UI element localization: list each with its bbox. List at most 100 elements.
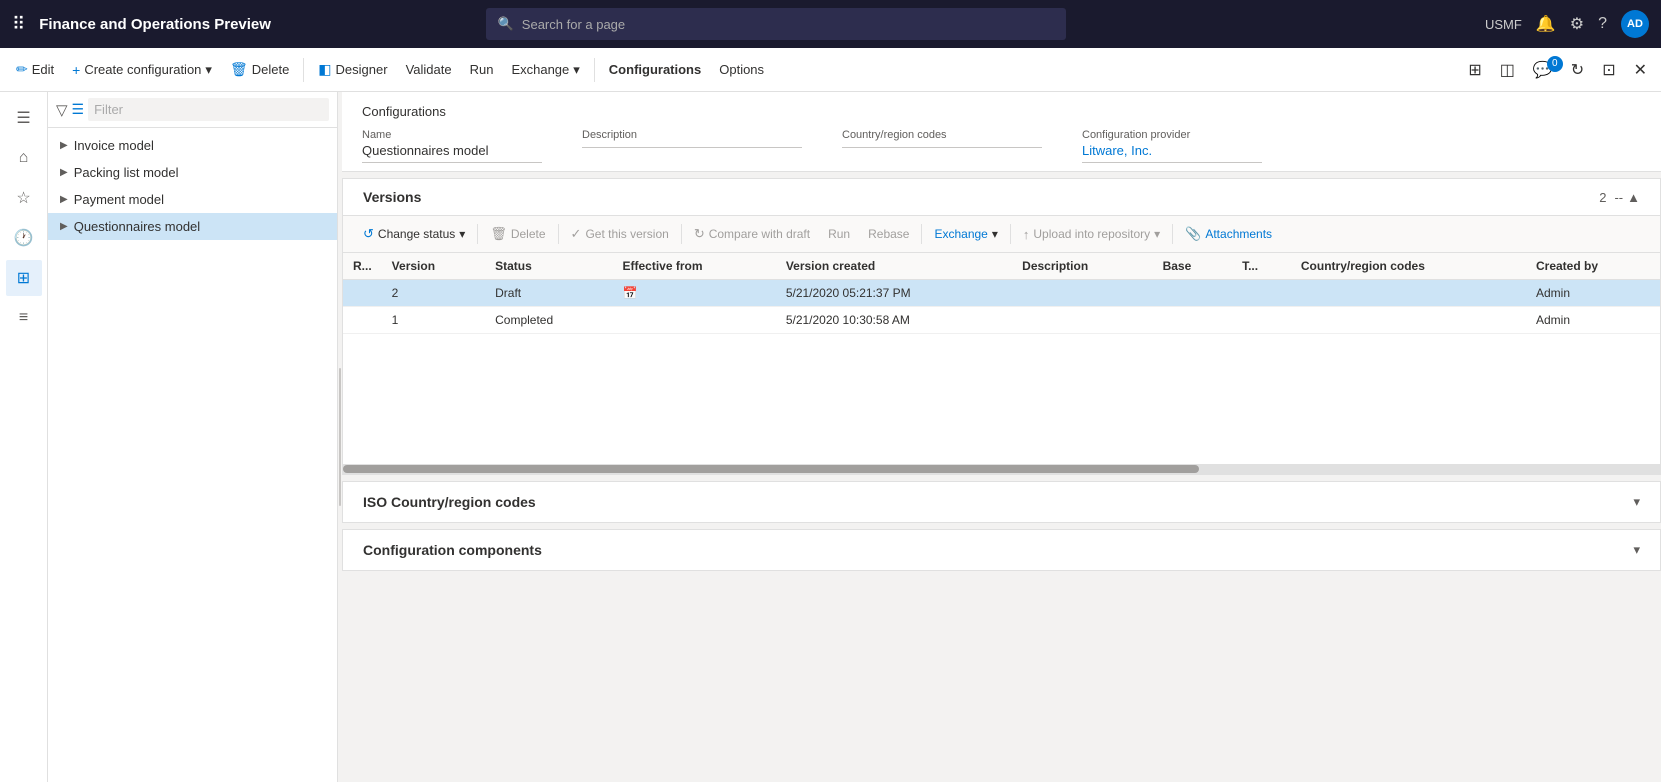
search-input[interactable] <box>522 17 1054 32</box>
tree-item-packing[interactable]: ▶ Packing list model <box>48 159 337 186</box>
name-value[interactable]: Questionnaires model <box>362 143 542 163</box>
components-section-header[interactable]: Configuration components ▾ <box>343 530 1660 570</box>
col-base: Base <box>1153 253 1232 280</box>
versions-exchange-button[interactable]: Exchange ▾ <box>926 223 1005 245</box>
settings-icon[interactable]: ⚙ <box>1570 14 1584 34</box>
versions-delete-button[interactable]: 🗑 Delete <box>482 222 553 246</box>
attachments-button[interactable]: 📎 Attachments <box>1177 222 1280 246</box>
col-status: Status <box>485 253 612 280</box>
col-country-region: Country/region codes <box>1291 253 1526 280</box>
tree-list: ▶ Invoice model ▶ Packing list model ▶ P… <box>48 128 337 782</box>
configurations-button[interactable]: Configurations <box>601 56 709 83</box>
horizontal-scrollbar[interactable] <box>343 464 1660 474</box>
cell-row-num <box>343 307 382 334</box>
tree-item-payment[interactable]: ▶ Payment model <box>48 186 337 213</box>
rebase-button[interactable]: Rebase <box>860 223 917 245</box>
cell-base <box>1153 307 1232 334</box>
table-row[interactable]: 1 Completed 5/21/2020 10:30:58 AM Admin <box>343 307 1660 334</box>
list-icon[interactable]: ≡ <box>6 300 42 336</box>
versions-table: R... Version Status Effective from Versi… <box>343 253 1660 334</box>
main-layout: ☰ ⌂ ☆ 🕐 ⊞ ≡ ▽ ☰ ▶ Invoice model ▶ Packin… <box>0 92 1661 782</box>
validate-button[interactable]: Validate <box>398 56 460 83</box>
tree-item-invoice[interactable]: ▶ Invoice model <box>48 132 337 159</box>
cell-status: Draft <box>485 280 612 307</box>
exchange-label: Exchange <box>934 227 987 241</box>
edit-button[interactable]: ✏ Edit <box>8 55 62 84</box>
notification-icon[interactable]: 🔔 <box>1536 14 1556 34</box>
components-collapse-icon: ▾ <box>1633 542 1640 558</box>
recent-icon[interactable]: 🕐 <box>6 220 42 256</box>
delete-button[interactable]: 🗑 Delete <box>222 55 297 84</box>
get-this-version-button[interactable]: ✓ Get this version <box>563 222 677 246</box>
cell-created-by: Admin <box>1526 307 1660 334</box>
vtb-sep-5 <box>1010 224 1011 244</box>
open-in-new-icon[interactable]: ◫ <box>1494 54 1521 86</box>
designer-button[interactable]: ◧ Designer <box>310 55 395 84</box>
provider-field: Configuration provider Litware, Inc. <box>1082 129 1262 163</box>
cell-version: 2 <box>382 280 485 307</box>
compare-with-draft-button[interactable]: ↻ Compare with draft <box>686 222 818 246</box>
compare-icon: ↻ <box>694 226 705 242</box>
scrollbar-thumb[interactable] <box>343 465 1199 473</box>
detail-panel: Configurations Name Questionnaires model… <box>342 92 1661 782</box>
workspace-icon[interactable]: ⊞ <box>6 260 42 296</box>
upload-repository-button[interactable]: ↑ Upload into repository ▾ <box>1015 223 1168 246</box>
chevron-right-icon: ▶ <box>60 140 68 151</box>
command-bar-right: ⊞ ◫ 💬 0 ↻ ⊡ ✕ <box>1462 54 1653 86</box>
table-row[interactable]: 2 Draft 📅 5/21/2020 05:21:37 PM <box>343 280 1660 307</box>
description-value[interactable] <box>582 143 802 148</box>
collapse-up-icon[interactable]: ▲ <box>1627 190 1640 205</box>
tree-item-label: Packing list model <box>74 165 179 180</box>
versions-empty-space <box>343 334 1660 464</box>
change-status-button[interactable]: ↺ Change status ▾ <box>355 222 473 246</box>
attachment-icon: 📎 <box>1185 226 1201 242</box>
change-status-dropdown-icon: ▾ <box>459 227 465 241</box>
resize-handle[interactable] <box>338 92 342 782</box>
options-button[interactable]: Options <box>711 56 772 83</box>
notification-count: 0 <box>1547 56 1563 72</box>
vtb-sep-2 <box>558 224 559 244</box>
col-created-by: Created by <box>1526 253 1660 280</box>
personalize-icon[interactable]: ⊞ <box>1462 54 1487 86</box>
avatar[interactable]: AD <box>1621 10 1649 38</box>
provider-value[interactable]: Litware, Inc. <box>1082 143 1262 163</box>
col-t: T... <box>1232 253 1291 280</box>
col-effective-from: Effective from <box>613 253 776 280</box>
tree-item-label: Invoice model <box>74 138 154 153</box>
filter-input[interactable] <box>88 98 329 121</box>
favorites-icon[interactable]: ☆ <box>6 180 42 216</box>
iso-section-header[interactable]: ISO Country/region codes ▾ <box>343 482 1660 522</box>
vtb-sep-1 <box>477 224 478 244</box>
vtb-sep-4 <box>921 224 922 244</box>
refresh-icon[interactable]: ↻ <box>1565 54 1590 86</box>
close-icon[interactable]: ✕ <box>1628 54 1653 86</box>
chevron-right-icon: ▶ <box>60 194 68 205</box>
versions-table-head: R... Version Status Effective from Versi… <box>343 253 1660 280</box>
tree-item-label: Questionnaires model <box>74 219 200 234</box>
versions-section-header[interactable]: Versions 2 -- ▲ <box>343 179 1660 216</box>
help-icon[interactable]: ? <box>1598 15 1607 33</box>
filter-icon[interactable]: ▽ <box>56 101 68 119</box>
get-version-icon: ✓ <box>571 226 582 242</box>
upload-dropdown-icon: ▾ <box>1154 227 1160 241</box>
cell-created-by: Admin <box>1526 280 1660 307</box>
exchange-button[interactable]: Exchange ▾ <box>503 56 587 84</box>
home-icon[interactable]: ⌂ <box>6 140 42 176</box>
app-grid-icon[interactable]: ⠿ <box>12 14 25 35</box>
detach-icon[interactable]: ⊡ <box>1596 54 1621 86</box>
versions-section: Versions 2 -- ▲ ↺ Change status ▾ <box>342 178 1661 475</box>
versions-run-button[interactable]: Run <box>820 223 858 245</box>
create-configuration-button[interactable]: + Create configuration ▾ <box>64 56 220 84</box>
description-label: Description <box>582 129 802 141</box>
components-title: Configuration components <box>363 542 1633 558</box>
command-bar: ✏ Edit + Create configuration ▾ 🗑 Delete… <box>0 48 1661 92</box>
cell-version-created: 5/21/2020 05:21:37 PM <box>776 280 1012 307</box>
badge-container: 💬 0 <box>1527 60 1559 80</box>
country-value[interactable] <box>842 143 1042 148</box>
nav-separator: -- <box>1614 190 1623 205</box>
list-format-icon[interactable]: ☰ <box>72 101 85 118</box>
tree-item-questionnaires[interactable]: ▶ Questionnaires model <box>48 213 337 240</box>
hamburger-icon[interactable]: ☰ <box>6 100 42 136</box>
run-button[interactable]: Run <box>462 56 502 83</box>
calendar-icon[interactable]: 📅 <box>623 286 638 300</box>
